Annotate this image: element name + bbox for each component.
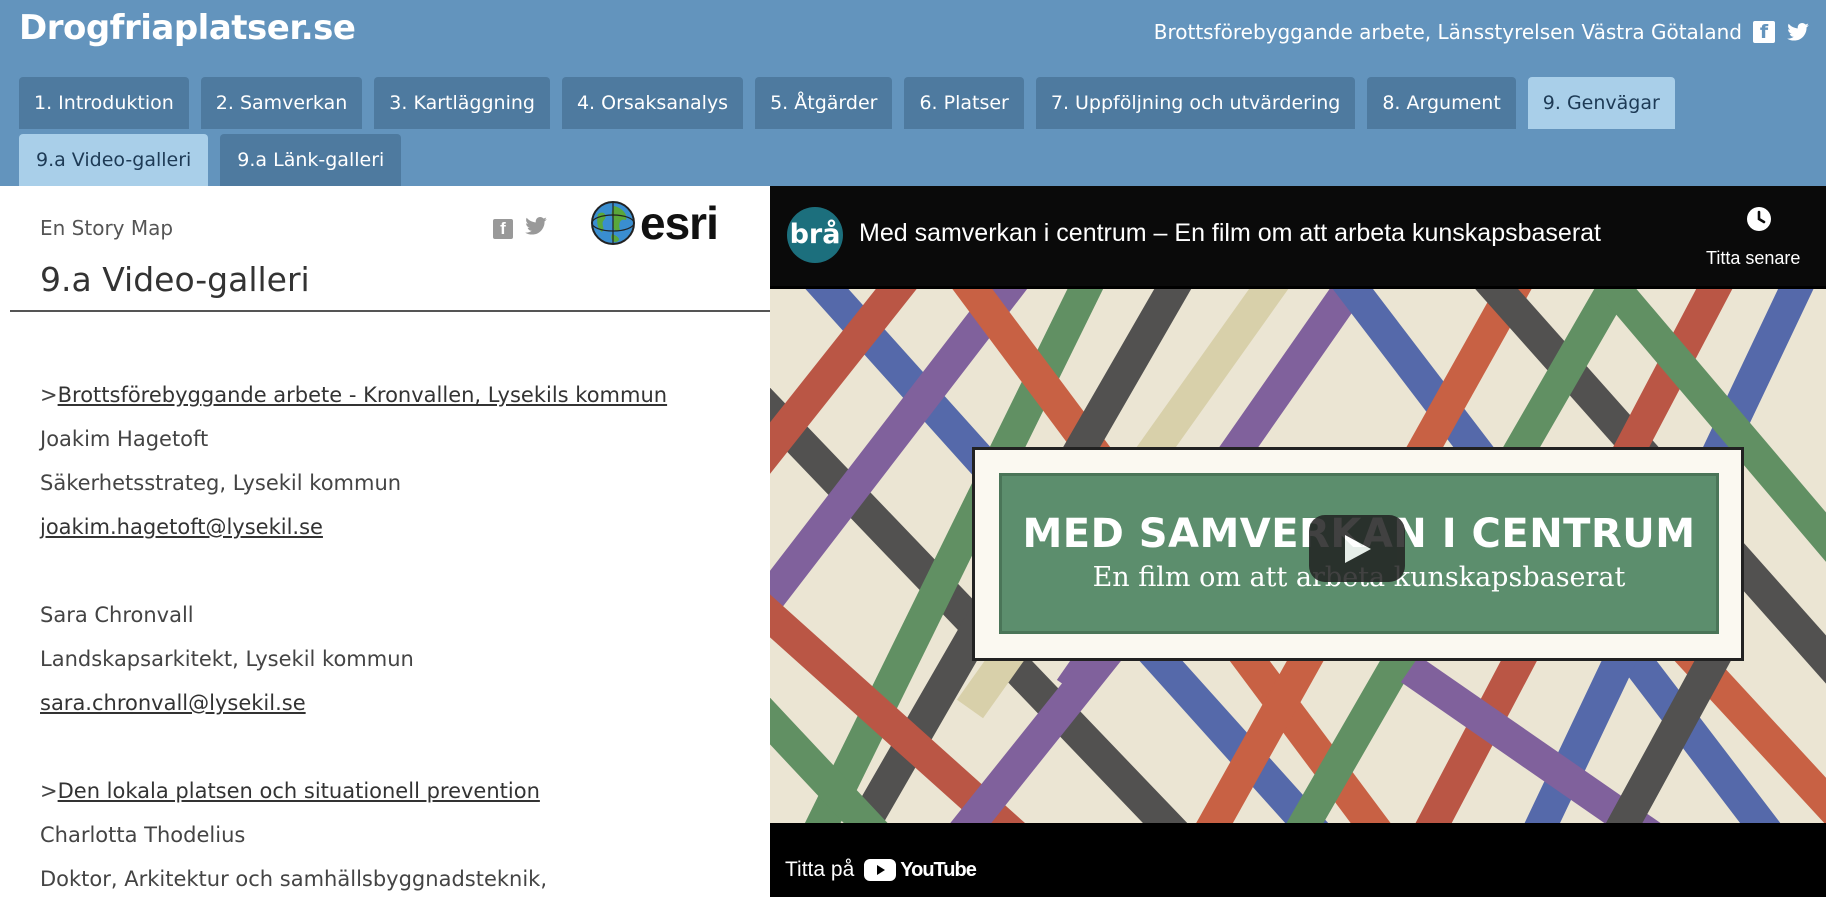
tab-orsaksanalys[interactable]: 4. Orsaksanalys — [561, 77, 744, 129]
person-role: Landskapsarkitekt, Lysekil kommun — [40, 647, 414, 671]
tab-kartlaggning[interactable]: 3. Kartläggning — [374, 77, 550, 129]
esri-wordmark: esri — [640, 197, 719, 249]
subtab-lank-galleri[interactable]: 9.a Länk-galleri — [220, 134, 402, 186]
tab-introduktion[interactable]: 1. Introduktion — [19, 77, 189, 129]
header-org-text: Brottsförebyggande arbete, Länsstyrelsen… — [1153, 20, 1742, 44]
sub-tabs: 9.a Video-galleri 9.a Länk-galleri — [19, 134, 402, 186]
video-thumbnail[interactable]: MED SAMVERKAN I CENTRUM En film om att a… — [770, 289, 1826, 823]
video-title[interactable]: Med samverkan i centrum – En film om att… — [859, 219, 1601, 248]
person-name: Charlotta Thodelius — [40, 823, 246, 847]
story-content: >Brottsförebyggande arbete - Kronvallen,… — [40, 373, 667, 897]
play-button[interactable] — [1309, 515, 1405, 582]
site-title[interactable]: Drogfriaplatser.se — [19, 8, 356, 48]
twitter-share-icon[interactable] — [525, 217, 547, 240]
title-divider — [10, 310, 770, 312]
person-name: Joakim Hagetoft — [40, 427, 209, 451]
clock-icon[interactable] — [1746, 206, 1772, 232]
youtube-wordmark: YouTube — [900, 858, 977, 881]
tab-uppfoljning[interactable]: 7. Uppföljning och utvärdering — [1035, 77, 1356, 129]
person-role: Doktor, Arkitektur och samhällsbyggnadst… — [40, 867, 548, 891]
esri-logo[interactable]: esri — [590, 197, 719, 249]
video-player[interactable]: brå Med samverkan i centrum – En film om… — [770, 186, 1826, 897]
link-prefix: > — [40, 383, 58, 407]
video-link-situationell-prevention[interactable]: Den lokala platsen och situationell prev… — [58, 779, 540, 803]
video-link-kronvallen[interactable]: Brottsförebyggande arbete - Kronvallen, … — [58, 383, 667, 407]
page-title: 9.a Video-galleri — [40, 260, 310, 299]
youtube-icon — [864, 859, 897, 881]
video-top-bar: brå Med samverkan i centrum – En film om… — [770, 186, 1826, 286]
person-name: Sara Chronvall — [40, 603, 194, 627]
email-link[interactable]: sara.chronvall@lysekil.se — [40, 691, 306, 715]
story-panel: En Story Map f esri 9.a Video-galleri >B… — [0, 186, 770, 897]
header-right: Brottsförebyggande arbete, Länsstyrelsen… — [1154, 20, 1810, 44]
globe-icon — [591, 201, 635, 245]
link-prefix: > — [40, 779, 58, 803]
facebook-share-icon[interactable]: f — [493, 218, 513, 239]
main-tabs: 1. Introduktion 2. Samverkan 3. Kartlägg… — [19, 77, 1675, 129]
youtube-logo: YouTube — [864, 858, 977, 882]
tab-atgarder[interactable]: 5. Åtgärder — [755, 77, 893, 129]
panel-social: f — [493, 217, 547, 240]
entry-link-line: >Den lokala platsen och situationell pre… — [40, 769, 667, 813]
watch-on-youtube[interactable]: Titta på YouTube — [785, 858, 977, 882]
tab-platser[interactable]: 6. Platser — [904, 77, 1024, 129]
subtab-video-galleri[interactable]: 9.a Video-galleri — [19, 134, 209, 186]
play-icon — [1345, 535, 1371, 563]
twitter-icon[interactable] — [1786, 20, 1810, 44]
channel-logo[interactable]: brå — [787, 207, 843, 263]
entry-link-line: >Brottsförebyggande arbete - Kronvallen,… — [40, 373, 667, 417]
tab-argument[interactable]: 8. Argument — [1367, 77, 1516, 129]
person-role: Säkerhetsstrateg, Lysekil kommun — [40, 471, 402, 495]
site-header: Drogfriaplatser.se Brottsförebyggande ar… — [0, 0, 1826, 186]
tab-genvagar[interactable]: 9. Genvägar — [1527, 77, 1675, 129]
watch-on-label: Titta på — [785, 858, 855, 881]
tab-samverkan[interactable]: 2. Samverkan — [200, 77, 363, 129]
watch-later-label[interactable]: Titta senare — [1706, 248, 1800, 269]
facebook-icon[interactable]: f — [1752, 20, 1776, 44]
email-link[interactable]: joakim.hagetoft@lysekil.se — [40, 515, 323, 539]
storymap-label: En Story Map — [40, 216, 174, 240]
